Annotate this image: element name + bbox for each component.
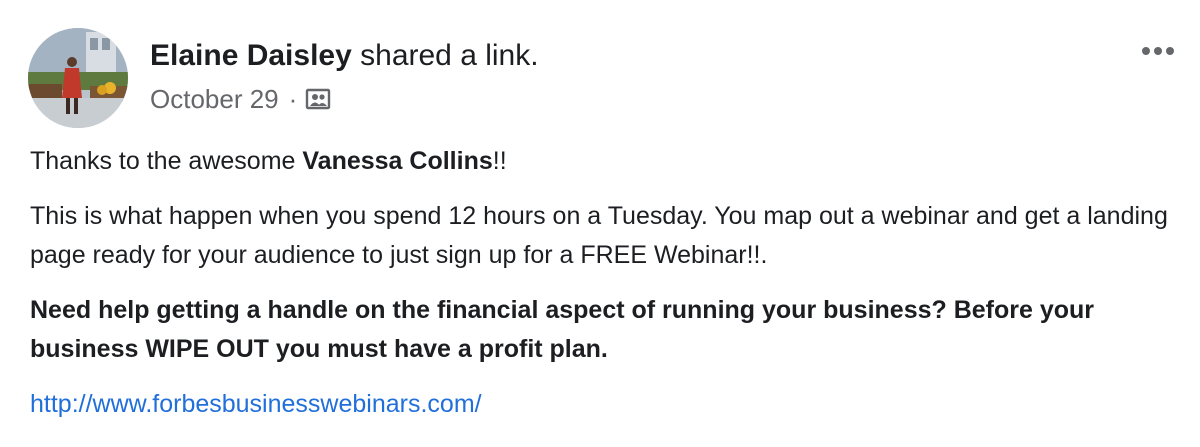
post-paragraph-webinar: This is what happen when you spend 12 ho… bbox=[30, 202, 1168, 269]
author-line: Elaine Daisley shared a link. bbox=[150, 38, 539, 74]
post-message: Thanks to the awesome Vanessa Collins!! … bbox=[30, 142, 1180, 440]
post-header: Elaine Daisley shared a link. October 29… bbox=[28, 28, 1178, 128]
post-paragraph-profit-plan: Need help getting a handle on the financ… bbox=[30, 296, 1095, 363]
post-action-text: shared a link. bbox=[360, 39, 539, 72]
more-options-icon[interactable] bbox=[1138, 36, 1178, 66]
feed-post: Elaine Daisley shared a link. October 29… bbox=[0, 0, 1200, 447]
mention-link[interactable]: Vanessa Collins bbox=[302, 147, 492, 175]
post-link-paragraph: http://www.forbesbusinesswebinars.com/ bbox=[30, 385, 1180, 424]
avatar-photo bbox=[28, 28, 128, 128]
post-meta: October 29 · bbox=[150, 82, 331, 116]
group-privacy-icon[interactable] bbox=[305, 86, 331, 112]
thanks-suffix: !! bbox=[492, 147, 507, 175]
author-name[interactable]: Elaine Daisley bbox=[150, 39, 352, 72]
thanks-text: Thanks to the awesome bbox=[30, 147, 303, 175]
meta-separator: · bbox=[288, 84, 298, 114]
author-avatar[interactable] bbox=[28, 28, 128, 128]
shared-url-link[interactable]: http://www.forbesbusinesswebinars.com/ bbox=[30, 390, 482, 418]
post-timestamp[interactable]: October 29 bbox=[150, 82, 279, 116]
post-paragraph-thanks: Thanks to the awesome Vanessa Collins!! bbox=[30, 142, 1180, 181]
